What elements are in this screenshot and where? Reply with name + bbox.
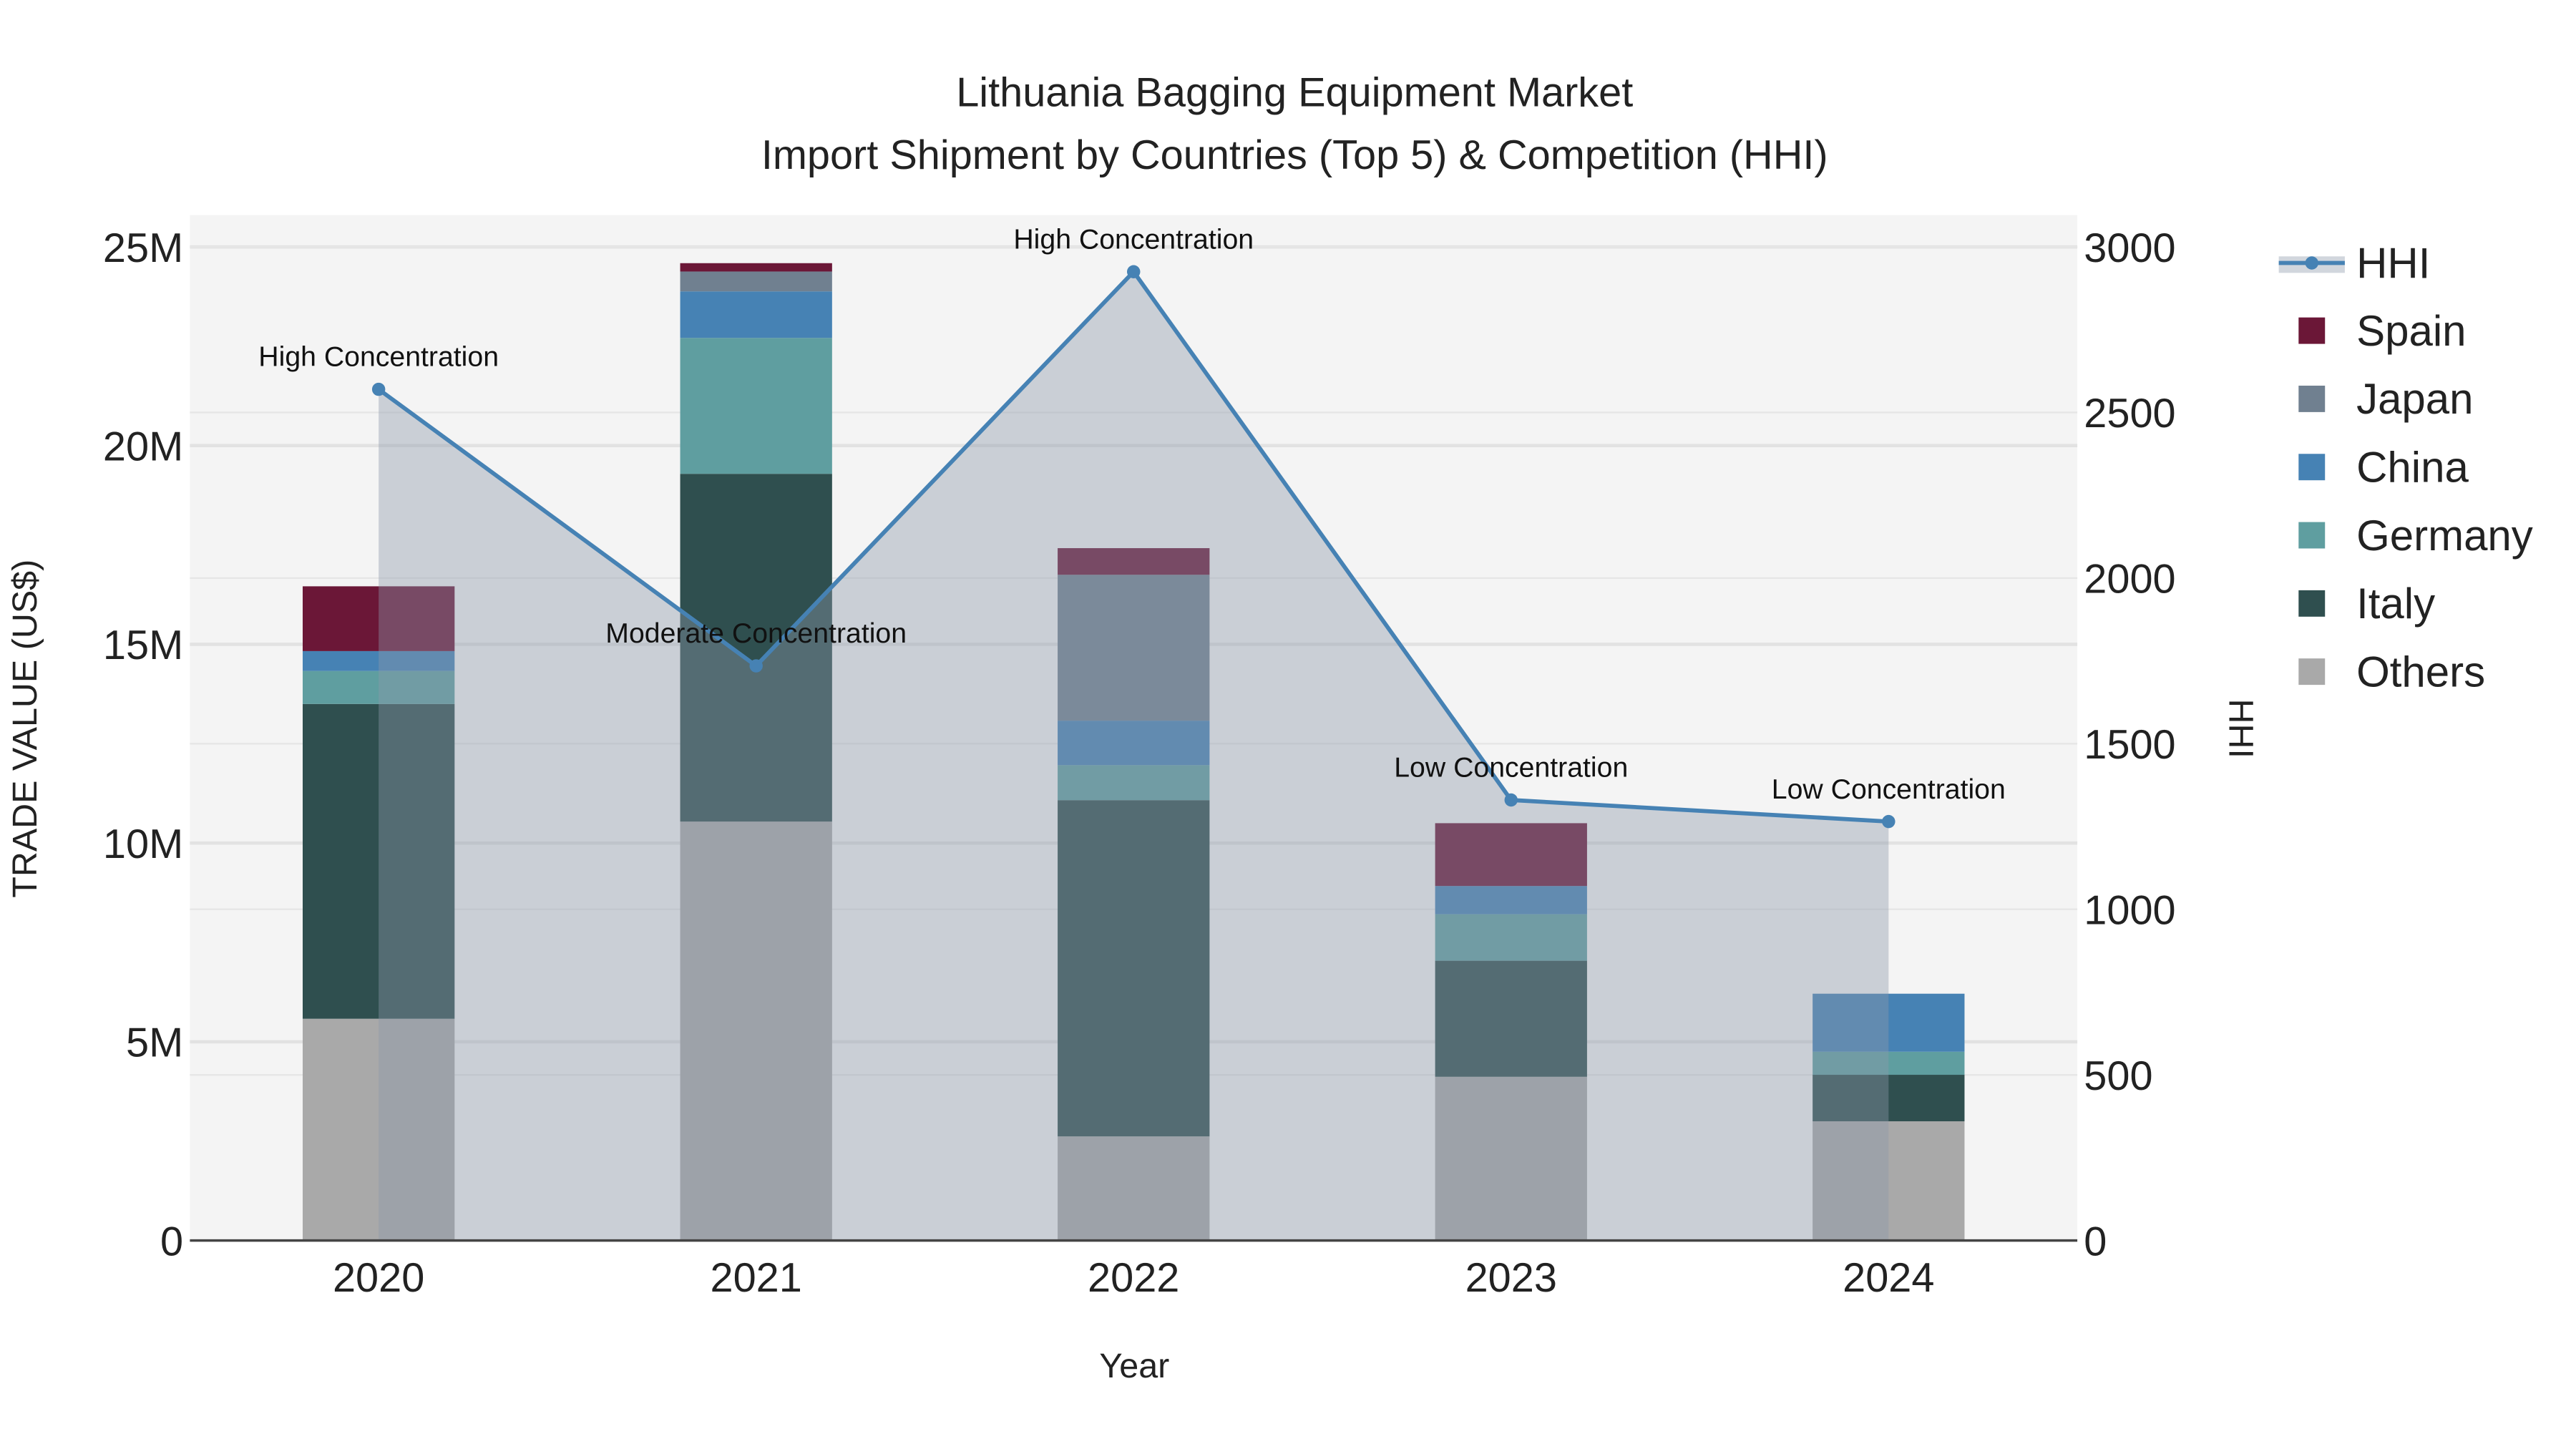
- x-tick-label: 2021: [711, 1255, 802, 1301]
- bar-china-2021: [680, 291, 832, 338]
- legend-swatch-japan[interactable]: [2298, 385, 2326, 412]
- bar-germany-2021: [680, 338, 832, 474]
- hhi-annotation: Low Concentration: [1772, 774, 2006, 805]
- hhi-annotation: High Concentration: [1013, 223, 1254, 255]
- legend-label-others[interactable]: Others: [2356, 648, 2485, 696]
- y2-tick-label: 3000: [2084, 225, 2175, 271]
- y2-tick-label: 1500: [2084, 722, 2175, 768]
- hhi-point-2021: [749, 659, 763, 673]
- legend-label-spain[interactable]: Spain: [2356, 307, 2466, 355]
- legend-label-japan[interactable]: Japan: [2356, 375, 2473, 423]
- y-tick-label: 5M: [126, 1020, 183, 1066]
- legend-swatch-others[interactable]: [2298, 658, 2326, 686]
- legend-hhi-marker: [2305, 256, 2318, 270]
- hhi-point-2022: [1127, 265, 1141, 278]
- legend-label-hhi: HHI: [2356, 239, 2430, 287]
- hhi-point-2023: [1504, 793, 1518, 807]
- y-tick-label: 0: [160, 1219, 183, 1264]
- bar-japan-2021: [680, 271, 832, 292]
- y2-tick-label: 2000: [2084, 557, 2175, 602]
- chart: High Concentration Moderate Concentration…: [0, 0, 2576, 1449]
- hhi-point-2024: [1882, 814, 1896, 829]
- x-tick-label: 2024: [1843, 1255, 1934, 1301]
- y-tick-label: 15M: [103, 623, 183, 668]
- chart-title: Lithuania Bagging Equipment Market: [956, 69, 1633, 115]
- y-axis-title: TRADE VALUE (US$): [6, 560, 44, 898]
- hhi-annotation: Moderate Concentration: [605, 618, 907, 649]
- y2-tick-label: 0: [2084, 1219, 2107, 1264]
- y-tick-label: 20M: [103, 424, 183, 470]
- y2-tick-label: 1000: [2084, 888, 2175, 934]
- legend-label-germany[interactable]: Germany: [2356, 512, 2533, 560]
- y2-axis-title: HHI: [2221, 699, 2260, 758]
- hhi-annotation: Low Concentration: [1394, 752, 1628, 784]
- y2-tick-label: 2500: [2084, 391, 2175, 436]
- x-tick-label: 2023: [1465, 1255, 1557, 1301]
- legend-swatch-china[interactable]: [2298, 454, 2326, 481]
- y-tick-label: 25M: [103, 225, 183, 271]
- x-axis-title: Year: [1099, 1347, 1169, 1385]
- legend-swatch-italy[interactable]: [2298, 590, 2326, 617]
- hhi-annotation: High Concentration: [258, 341, 499, 373]
- legend-swatch-spain[interactable]: [2298, 317, 2326, 344]
- bar-spain-2021: [680, 263, 832, 272]
- y2-tick-label: 500: [2084, 1053, 2152, 1099]
- legend-label-italy[interactable]: Italy: [2356, 580, 2435, 628]
- x-tick-label: 2022: [1088, 1255, 1179, 1301]
- chart-subtitle: Import Shipment by Countries (Top 5) & C…: [761, 132, 1828, 178]
- hhi-point-2020: [371, 382, 386, 396]
- legend-swatch-germany[interactable]: [2298, 522, 2326, 549]
- y-tick-label: 10M: [103, 821, 183, 867]
- x-tick-label: 2020: [333, 1255, 424, 1301]
- legend-label-china[interactable]: China: [2356, 444, 2469, 492]
